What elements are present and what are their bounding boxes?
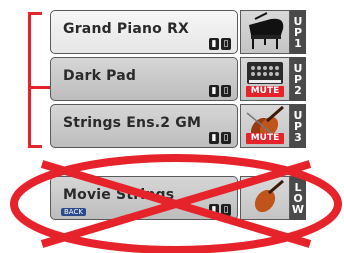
track-name: Dark Pad [63,68,137,84]
track-upper-1[interactable]: Grand Piano RX ▮ ▯ U P 1 [50,10,306,54]
label-char: P [293,72,303,86]
status-block: ▮ [209,132,219,144]
track-name: Grand Piano RX [63,21,190,37]
instrument-icon-box[interactable]: MUTE [240,104,290,148]
status-block: ▯ [221,132,231,144]
track-status-indicator: ▮ ▯ [209,85,231,98]
label-char: P [293,25,303,39]
track-name: Strings Ens.2 GM [63,115,202,131]
instrument-icon-box[interactable]: MUTE [240,57,290,101]
label-char: 2 [294,83,302,97]
status-block: ▯ [221,85,231,97]
label-char: U [293,14,303,28]
crossed-out-lower-track: Movie Strings BACK ▮ ▯ L O W [8,152,344,253]
label-char: 3 [294,130,302,144]
selection-bracket [28,12,61,148]
label-char: P [293,119,303,133]
label-char: 1 [294,36,302,50]
status-block: ▮ [209,85,219,97]
prohibited-overlay [10,154,342,253]
track-upper-3[interactable]: Strings Ens.2 GM ▮ ▯ MUTE U P 3 [50,104,306,148]
label-char: U [293,108,303,122]
track-label-upper-1: U P 1 [290,10,306,54]
track-status-indicator: ▮ ▯ [209,132,231,145]
track-name-box[interactable]: Grand Piano RX ▮ ▯ [50,10,238,54]
track-upper-2[interactable]: Dark Pad ▮ ▯ MUTE U P 2 [50,57,306,101]
status-block: ▮ [209,38,219,50]
track-name-box[interactable]: Strings Ens.2 GM ▮ ▯ [50,104,238,148]
track-label-upper-3: U P 3 [290,104,306,148]
mute-badge: MUTE [246,86,284,97]
status-block: ▯ [221,38,231,50]
track-name-box[interactable]: Dark Pad ▮ ▯ [50,57,238,101]
mute-badge: MUTE [246,133,284,144]
instrument-icon-box[interactable] [240,10,290,54]
grand-piano-icon [249,12,284,49]
track-label-upper-2: U P 2 [290,57,306,101]
label-char: U [293,61,303,75]
track-status-indicator: ▮ ▯ [209,38,231,51]
